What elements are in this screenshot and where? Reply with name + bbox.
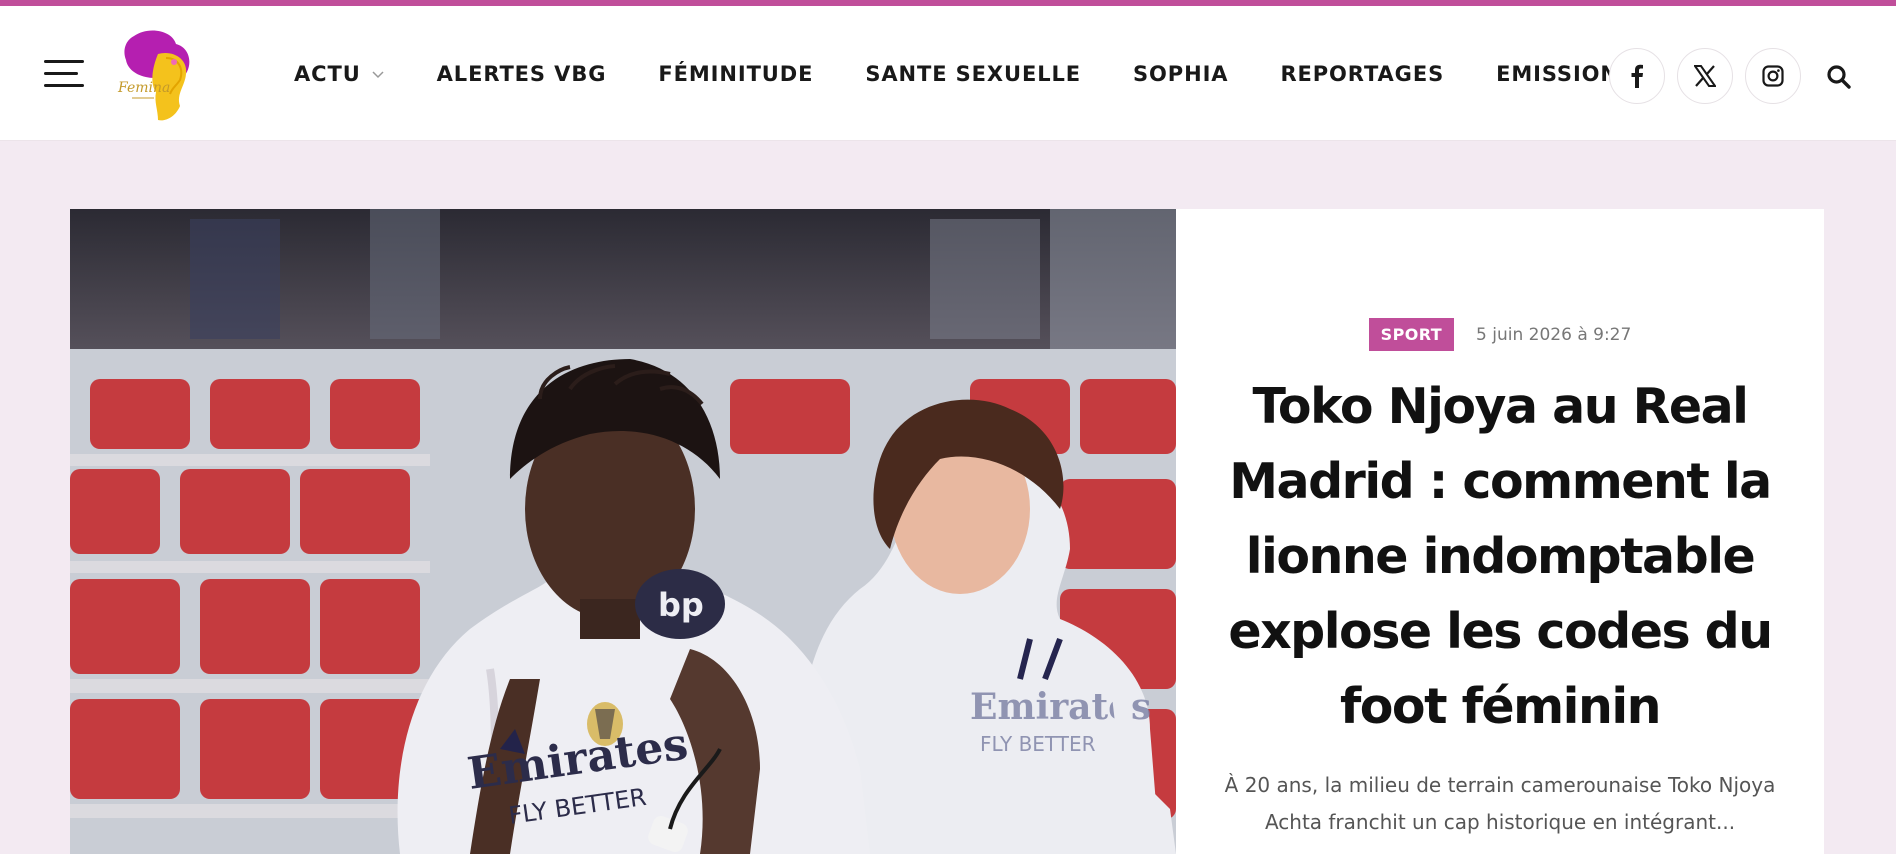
article-title[interactable]: Toko Njoya au Real Madrid : comment la l… <box>1216 369 1784 744</box>
svg-text:bp: bp <box>658 586 704 624</box>
article-excerpt: À 20 ans, la milieu de terrain camerouna… <box>1224 773 1776 834</box>
x-icon <box>1694 65 1716 87</box>
site-logo[interactable]: Femina <box>114 28 202 124</box>
chevron-down-icon <box>372 70 384 78</box>
instagram-button[interactable] <box>1745 48 1801 104</box>
site-header: Femina ACTU ALERTES VBG FÉMINITUDE SANTE… <box>0 6 1896 141</box>
nav-item-reportages[interactable]: REPORTAGES <box>1280 62 1444 86</box>
instagram-icon <box>1762 65 1784 87</box>
nav-item-sante-sexuelle[interactable]: SANTE SEXUELLE <box>865 62 1081 86</box>
facebook-button[interactable] <box>1609 48 1665 104</box>
nav-item-sophia[interactable]: SOPHIA <box>1133 62 1228 86</box>
svg-text:Femina: Femina <box>117 80 170 96</box>
svg-text:FLY BETTER: FLY BETTER <box>980 732 1096 756</box>
football-players-photo: Emirates FLY BETTER bp Emirates FLY BETT… <box>70 209 1176 854</box>
hamburger-menu-icon[interactable] <box>44 60 86 90</box>
featured-article-image[interactable]: Emirates FLY BETTER bp Emirates FLY BETT… <box>70 209 1176 854</box>
main-navigation: ACTU ALERTES VBG FÉMINITUDE SANTE SEXUEL… <box>294 6 1635 141</box>
nav-item-actu[interactable]: ACTU <box>294 62 385 86</box>
x-twitter-button[interactable] <box>1677 48 1733 104</box>
article-date: 5 juin 2026 à 9:27 <box>1476 324 1632 345</box>
article-meta: SPORT 5 juin 2026 à 9:27 <box>1176 318 1824 351</box>
nav-item-feminitude[interactable]: FÉMINITUDE <box>658 62 813 86</box>
facebook-icon <box>1631 64 1643 88</box>
search-icon[interactable] <box>1826 64 1852 90</box>
featured-article-card: SPORT 5 juin 2026 à 9:27 Toko Njoya au R… <box>1176 209 1824 854</box>
nav-item-alertes-vbg[interactable]: ALERTES VBG <box>437 62 607 86</box>
nav-label: ACTU <box>294 61 361 86</box>
category-badge[interactable]: SPORT <box>1368 318 1455 351</box>
